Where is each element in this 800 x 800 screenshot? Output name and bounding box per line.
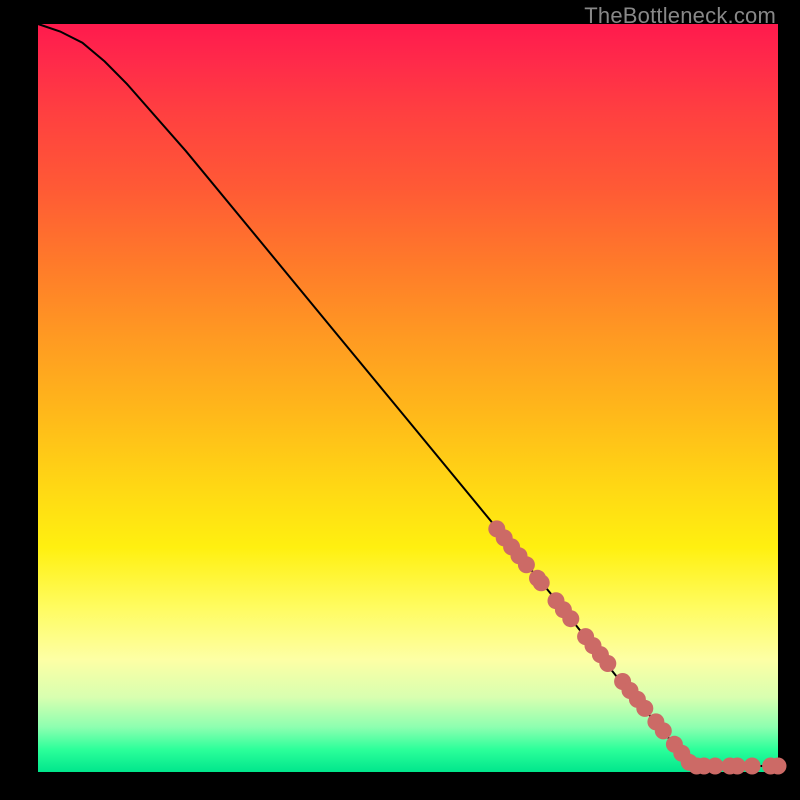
data-dot: [562, 610, 579, 627]
data-dot: [636, 700, 653, 717]
highlight-dots-group: [488, 520, 786, 774]
data-dot: [599, 655, 616, 672]
curve-line: [38, 24, 778, 766]
data-dot: [707, 758, 724, 775]
chart-overlay: [38, 24, 778, 772]
data-dot: [655, 722, 672, 739]
data-dot: [770, 758, 787, 775]
data-dot: [518, 556, 535, 573]
watermark-text: TheBottleneck.com: [584, 3, 776, 29]
data-dot: [744, 758, 761, 775]
data-dot: [729, 758, 746, 775]
data-dot: [533, 574, 550, 591]
chart-frame: TheBottleneck.com: [0, 0, 800, 800]
